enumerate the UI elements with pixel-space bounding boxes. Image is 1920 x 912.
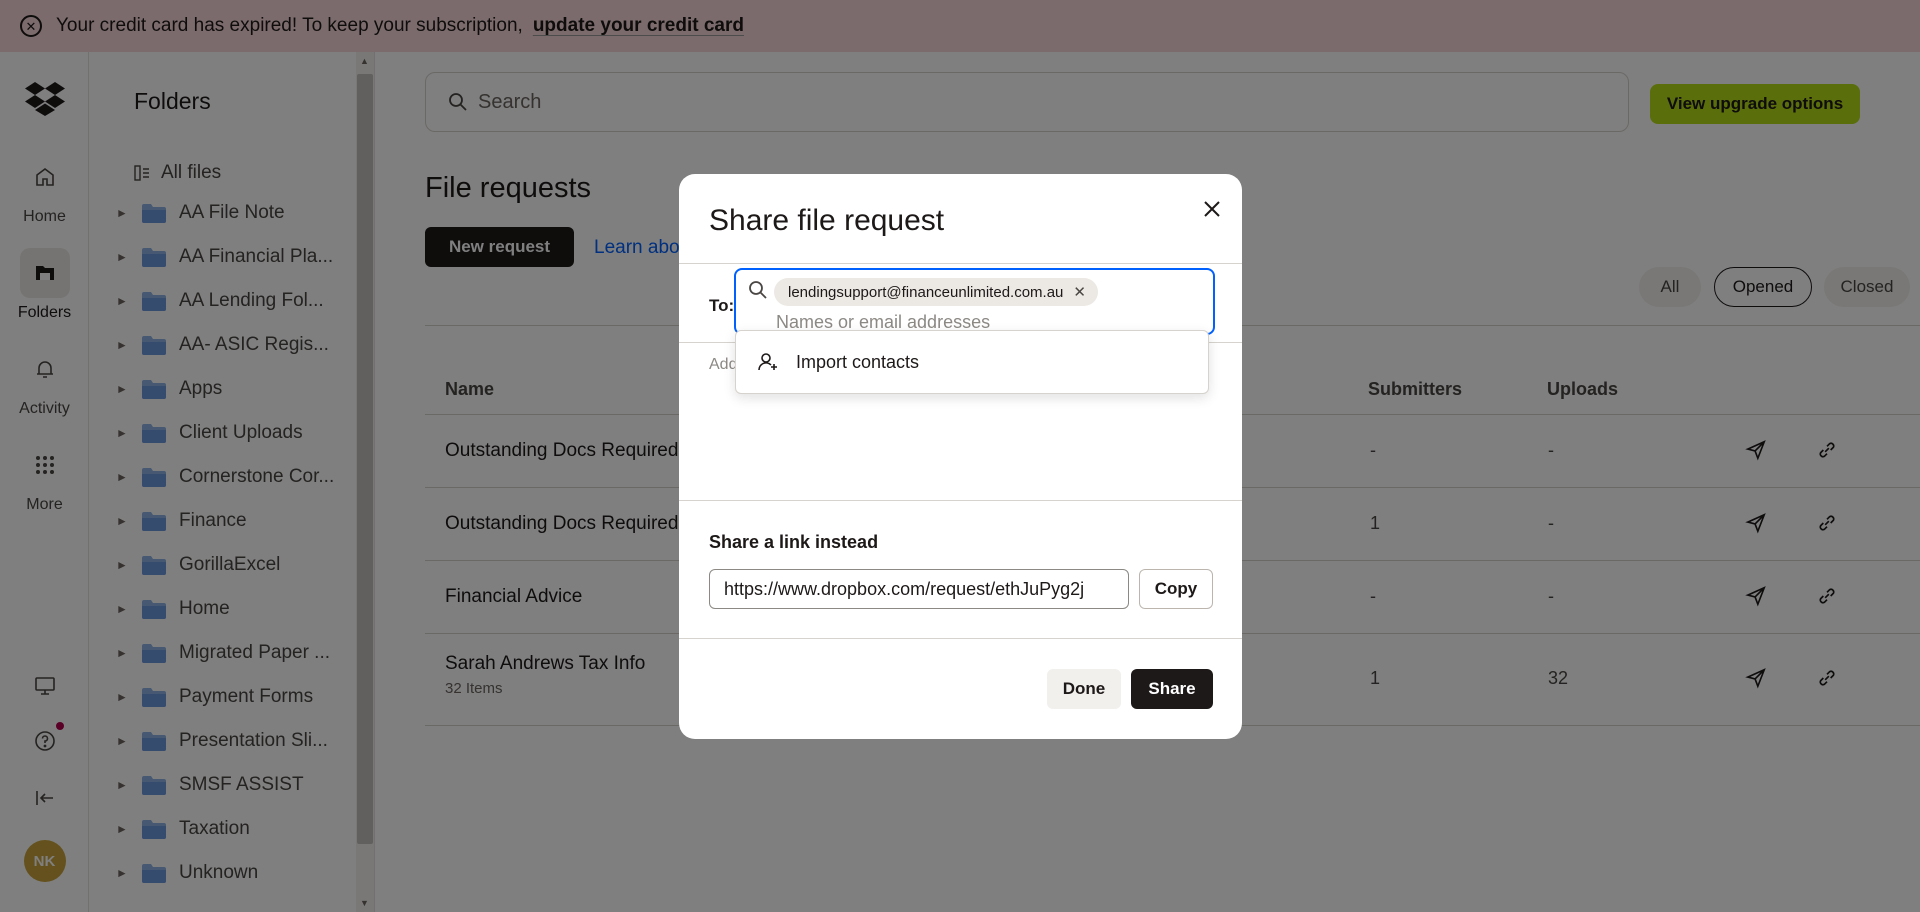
share-link-field[interactable]: https://www.dropbox.com/request/ethJuPyg… [709,569,1129,609]
divider [679,638,1242,639]
dialog-title: Share file request [709,204,945,237]
import-contacts-option[interactable]: Import contacts [735,330,1209,394]
share-button[interactable]: Share [1131,669,1213,709]
to-label: To: [709,296,735,315]
divider [679,500,1242,501]
message-input[interactable]: Add [709,356,737,374]
recipients-input[interactable]: lendingsupport@financeunlimited.com.au ✕… [734,268,1215,335]
divider [679,263,1242,264]
copy-button[interactable]: Copy [1139,569,1213,609]
add-contact-icon [758,353,777,371]
done-button[interactable]: Done [1047,669,1121,709]
close-button[interactable] [1197,194,1227,224]
recipient-chip[interactable]: lendingsupport@financeunlimited.com.au ✕ [774,278,1098,306]
recipient-email: lendingsupport@financeunlimited.com.au [788,283,1064,301]
close-icon [1204,201,1220,217]
remove-recipient-icon[interactable]: ✕ [1073,283,1086,301]
import-contacts-label: Import contacts [796,351,920,372]
search-icon [749,281,767,299]
share-link-label: Share a link instead [709,532,879,552]
share-file-request-dialog: Share file request To: lendingsupport@fi… [679,174,1242,739]
